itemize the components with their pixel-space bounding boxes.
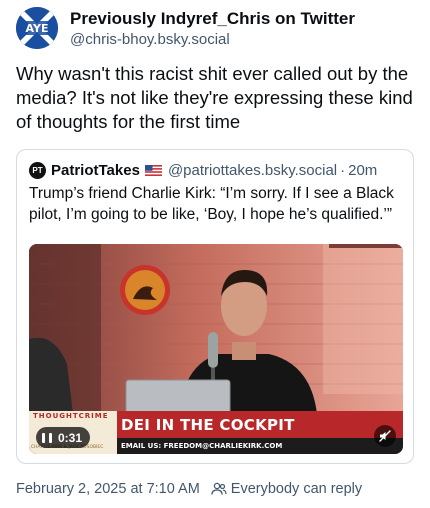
segment-title: DEI IN THE COCKPIT bbox=[117, 411, 403, 438]
us-flag-icon bbox=[144, 164, 162, 176]
mute-button[interactable] bbox=[374, 425, 396, 447]
people-icon bbox=[211, 482, 227, 496]
segment-email: EMAIL US: FREEDOM@CHARLIEKIRK.COM bbox=[117, 438, 403, 454]
post-footer: February 2, 2025 at 7:10 AM Everybody ca… bbox=[16, 480, 362, 498]
muted-speaker-icon bbox=[379, 430, 391, 442]
avatar-text: AYE bbox=[26, 22, 49, 35]
reply-setting[interactable]: Everybody can reply bbox=[231, 481, 362, 497]
play-pause-button[interactable]: 0:31 bbox=[36, 427, 91, 448]
saltire-avatar-image: AYE bbox=[16, 7, 58, 49]
quote-timestamp[interactable]: 20m bbox=[348, 162, 377, 179]
author-display-name[interactable]: Previously Indyref_Chris on Twitter bbox=[70, 9, 355, 29]
author-avatar[interactable]: AYE bbox=[16, 7, 58, 49]
quoted-post[interactable]: PT PatriotTakes @patriottakes.bsky.socia… bbox=[16, 149, 414, 464]
quote-author-name[interactable]: PatriotTakes bbox=[51, 162, 140, 179]
quote-header: PT PatriotTakes @patriottakes.bsky.socia… bbox=[29, 161, 377, 179]
quote-author-handle[interactable]: @patriottakes.bsky.social bbox=[168, 162, 337, 179]
post: AYE Previously Indyref_Chris on Twitter … bbox=[0, 0, 430, 508]
pause-icon bbox=[42, 432, 52, 443]
quote-separator: · bbox=[340, 161, 346, 179]
author-handle[interactable]: @chris-bhoy.bsky.social bbox=[70, 31, 230, 48]
video-duration: 0:31 bbox=[58, 430, 83, 445]
show-brand-title: THOUGHTCRIME bbox=[33, 412, 109, 420]
post-text: Why wasn't this racist shit ever called … bbox=[16, 63, 413, 132]
quote-author-avatar[interactable]: PT bbox=[29, 161, 46, 179]
quote-text: Trump’s friend Charlie Kirk: “I’m sorry.… bbox=[29, 185, 394, 223]
video-player[interactable]: THOUGHTCRIME CHARLIE KIRK & JACK POSOBIE… bbox=[29, 244, 403, 454]
post-date: February 2, 2025 at 7:10 AM bbox=[16, 481, 200, 497]
